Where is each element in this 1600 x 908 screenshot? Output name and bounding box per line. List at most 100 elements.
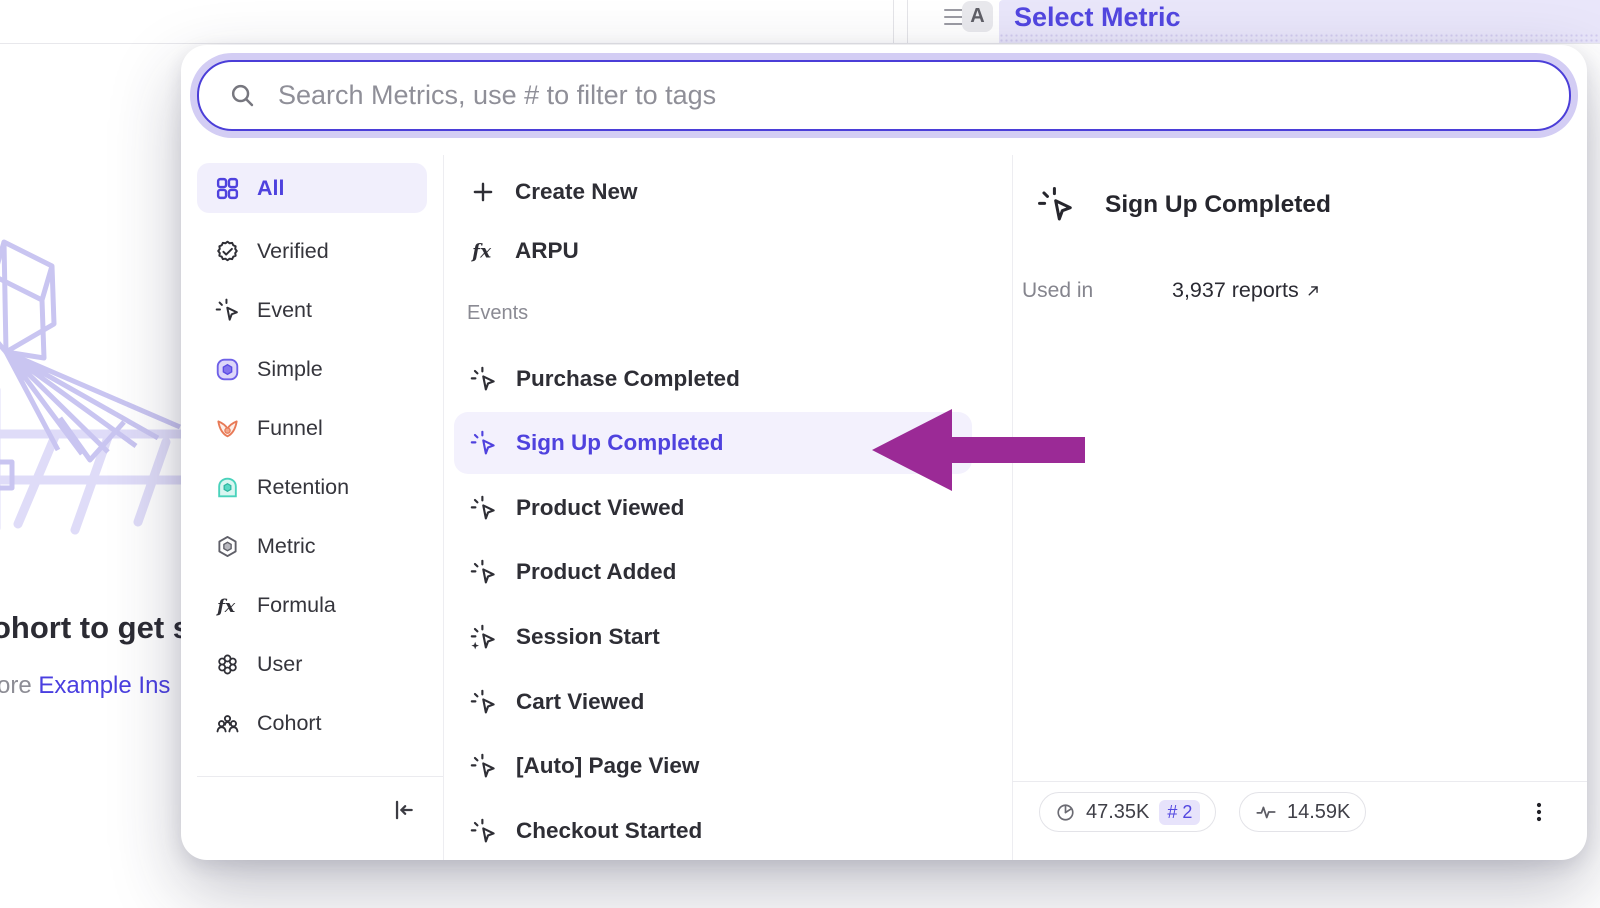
metric-detail-title: Sign Up Completed (1105, 191, 1331, 219)
user-icon (215, 652, 240, 677)
plus-icon (470, 179, 496, 205)
list-item-event[interactable]: [Auto] Page View (470, 740, 699, 792)
sidebar-item-cohort[interactable]: Cohort (197, 694, 427, 753)
sidebar-item-formula[interactable]: fx Formula (197, 576, 427, 635)
sidebar-item-label: All (257, 176, 284, 201)
stat-chip-activity[interactable]: 14.59K (1239, 792, 1366, 832)
series-a-badge: A (962, 1, 993, 32)
search-box (197, 60, 1571, 131)
event-icon (215, 298, 240, 323)
panel-divider-line (893, 0, 894, 43)
background-headline-fragment: ohort to get s (0, 610, 181, 646)
sidebar-item-verified[interactable]: Verified (197, 222, 427, 281)
search-icon (229, 82, 256, 109)
list-item-arpu[interactable]: fx ARPU (470, 225, 579, 277)
panel-divider-line (907, 0, 908, 43)
background-subtext: ore Example Ins (0, 672, 170, 700)
event-icon (470, 818, 497, 845)
event-star-icon (470, 624, 497, 651)
simple-icon (215, 357, 240, 382)
list-item-event[interactable]: Session Start (470, 611, 660, 663)
sidebar-item-label: Cohort (257, 711, 322, 736)
list-item-label: Cart Viewed (516, 689, 644, 715)
sidebar-item-user[interactable]: User (197, 635, 427, 694)
sidebar-item-all[interactable]: All (197, 163, 427, 213)
svg-text:fx: fx (470, 242, 492, 263)
event-icon (470, 495, 497, 522)
event-icon (470, 366, 497, 393)
verified-icon (215, 239, 240, 264)
sidebar-divider (443, 155, 444, 860)
subtext-fragment: ore (0, 672, 38, 699)
event-icon (470, 753, 497, 780)
sidebar-footer-divider (197, 776, 443, 777)
search-input[interactable] (278, 80, 1539, 111)
sidebar-item-funnel[interactable]: Funnel (197, 399, 427, 458)
create-new-button[interactable]: Create New (470, 166, 638, 218)
sidebar-item-label: Formula (257, 593, 336, 618)
sidebar-item-retention[interactable]: Retention (197, 458, 427, 517)
sidebar-item-label: Simple (257, 357, 323, 382)
sidebar-item-label: Event (257, 298, 312, 323)
kebab-menu-icon (1527, 800, 1551, 824)
pie-chart-icon (1055, 802, 1076, 823)
pulse-icon (1255, 801, 1277, 823)
reports-count: 3,937 reports (1172, 278, 1299, 303)
list-item-label: Checkout Started (516, 818, 702, 844)
list-item-label: Create New (515, 179, 638, 205)
sidebar-item-label: Verified (257, 239, 329, 264)
list-item-label: Product Viewed (516, 495, 684, 521)
stat-value: 14.59K (1287, 801, 1350, 824)
example-insights-link[interactable]: Example Ins (38, 672, 170, 699)
list-item-label: Sign Up Completed (516, 430, 724, 456)
stat-rank-badge: # 2 (1159, 800, 1200, 825)
metric-icon (215, 534, 240, 559)
more-options-button[interactable] (1522, 795, 1556, 829)
annotation-arrow (860, 398, 1100, 502)
wireframe-illustration (0, 222, 181, 540)
sidebar-item-label: Metric (257, 534, 316, 559)
sidebar-item-event[interactable]: Event (197, 281, 427, 340)
list-item-event[interactable]: Cart Viewed (470, 676, 644, 728)
sidebar-item-simple[interactable]: Simple (197, 340, 427, 399)
sidebar-item-metric[interactable]: Metric (197, 517, 427, 576)
list-item-event[interactable]: Checkout Started (470, 805, 702, 857)
cohort-icon (215, 711, 240, 736)
list-item-label: Session Start (516, 624, 660, 650)
arrow-up-right-icon (1305, 282, 1322, 299)
collapse-left-icon (390, 797, 416, 823)
list-item-label: Product Added (516, 559, 676, 585)
retention-icon (215, 475, 240, 500)
list-detail-divider (1012, 155, 1013, 860)
used-in-reports-link[interactable]: 3,937 reports (1172, 278, 1322, 303)
sidebar-item-label: Retention (257, 475, 349, 500)
detail-footer-divider (1012, 781, 1587, 782)
panel-top-border (0, 43, 1600, 44)
used-in-label: Used in (1022, 279, 1093, 303)
event-icon (470, 559, 497, 586)
drag-handle-icon[interactable] (944, 9, 963, 29)
background-left-panel: ohort to get s ore Example Ins (0, 0, 181, 908)
funnel-icon (215, 416, 240, 441)
screen: A Select Metric ohort to get s ore Examp… (0, 0, 1600, 908)
list-item-label: [Auto] Page View (516, 753, 699, 779)
list-item-label: ARPU (515, 238, 579, 264)
metric-type-sidebar: All Verified Event (197, 163, 427, 753)
metric-detail-header: Sign Up Completed (1037, 186, 1331, 224)
list-item-event[interactable]: Product Added (470, 546, 676, 598)
event-icon (470, 689, 497, 716)
formula-icon: fx (470, 238, 496, 264)
stat-chip-total[interactable]: 47.35K # 2 (1039, 792, 1216, 832)
sidebar-item-label: User (257, 652, 302, 677)
svg-text:fx: fx (215, 596, 236, 617)
event-icon (1037, 186, 1075, 224)
stat-value: 47.35K (1086, 801, 1149, 824)
list-item-label: Purchase Completed (516, 366, 740, 392)
select-metric-control[interactable]: Select Metric (1014, 1, 1181, 33)
event-icon (470, 430, 497, 457)
grid-icon (215, 176, 240, 201)
list-item-event[interactable]: Product Viewed (470, 482, 684, 534)
list-item-event[interactable]: Purchase Completed (470, 353, 740, 405)
collapse-sidebar-button[interactable] (377, 788, 429, 832)
metric-row-texture (999, 33, 1600, 43)
